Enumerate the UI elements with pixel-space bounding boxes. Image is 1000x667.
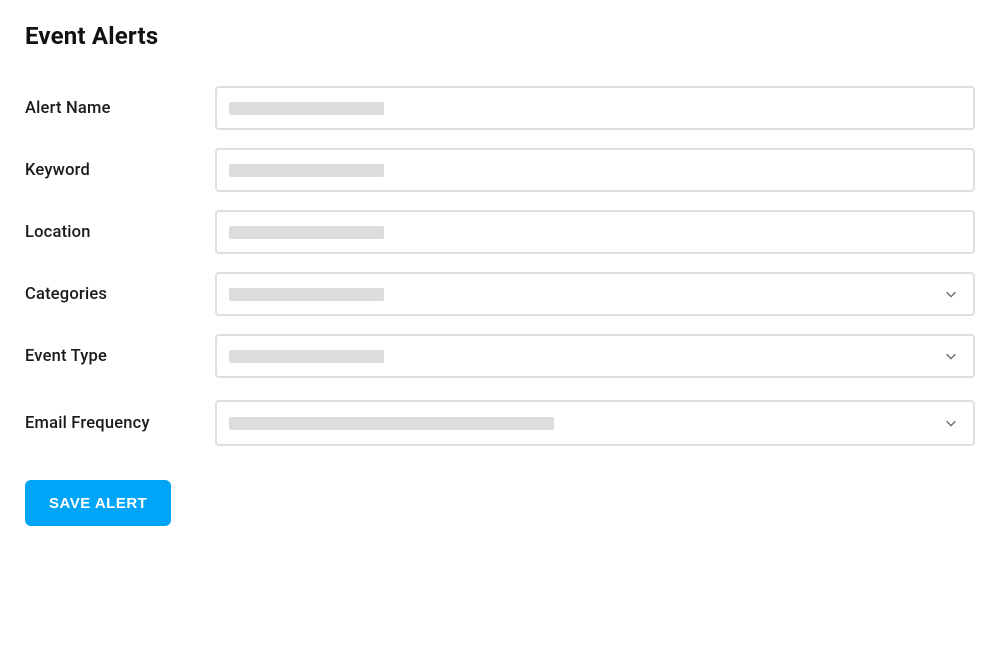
label-keyword: Keyword xyxy=(25,161,215,180)
wrap-categories xyxy=(215,272,975,316)
label-email-frequency: Email Frequency xyxy=(25,414,215,433)
alert-name-input[interactable] xyxy=(215,86,975,130)
row-alert-name: Alert Name xyxy=(25,86,975,130)
placeholder-skeleton xyxy=(229,350,384,363)
chevron-down-icon xyxy=(943,286,959,302)
actions-row: SAVE ALERT xyxy=(25,480,975,526)
row-event-type: Event Type xyxy=(25,334,975,378)
location-input[interactable] xyxy=(215,210,975,254)
row-keyword: Keyword xyxy=(25,148,975,192)
label-alert-name: Alert Name xyxy=(25,99,215,118)
page-title: Event Alerts xyxy=(25,22,975,50)
wrap-email-frequency xyxy=(215,400,975,446)
placeholder-skeleton xyxy=(229,226,384,239)
row-email-frequency: Email Frequency xyxy=(25,400,975,446)
label-event-type: Event Type xyxy=(25,347,215,366)
chevron-down-icon xyxy=(943,415,959,431)
email-frequency-select[interactable] xyxy=(215,400,975,446)
label-categories: Categories xyxy=(25,285,215,304)
chevron-down-icon xyxy=(943,348,959,364)
placeholder-skeleton xyxy=(229,164,384,177)
row-location: Location xyxy=(25,210,975,254)
wrap-location xyxy=(215,210,975,254)
placeholder-skeleton xyxy=(229,288,384,301)
save-alert-button[interactable]: SAVE ALERT xyxy=(25,480,171,526)
label-location: Location xyxy=(25,223,215,242)
row-categories: Categories xyxy=(25,272,975,316)
wrap-alert-name xyxy=(215,86,975,130)
placeholder-skeleton xyxy=(229,102,384,115)
wrap-event-type xyxy=(215,334,975,378)
wrap-keyword xyxy=(215,148,975,192)
keyword-input[interactable] xyxy=(215,148,975,192)
event-type-select[interactable] xyxy=(215,334,975,378)
placeholder-skeleton xyxy=(229,417,554,430)
categories-select[interactable] xyxy=(215,272,975,316)
